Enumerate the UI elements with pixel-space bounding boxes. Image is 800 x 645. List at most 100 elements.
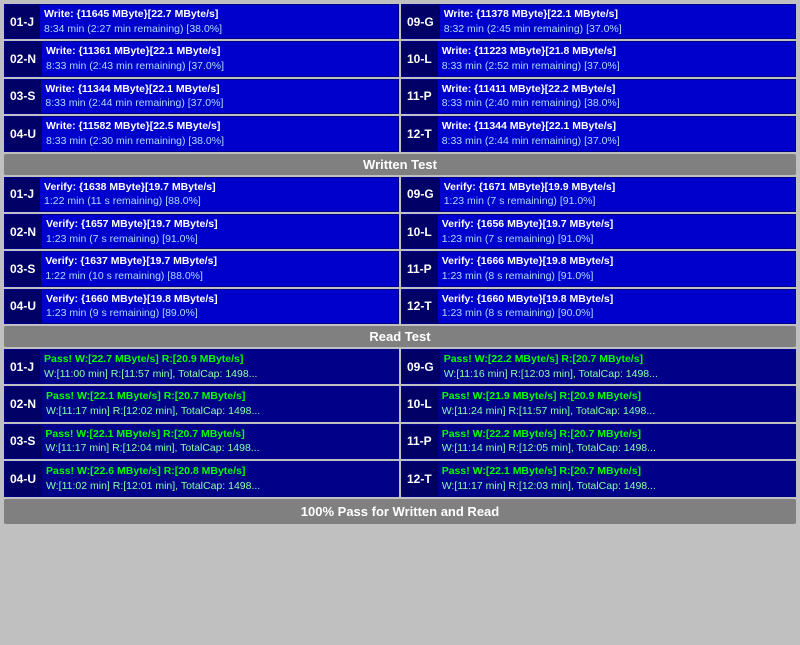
drive-10l-verify-line2: 1:23 min (7 s remaining) [91.0%] [442,232,791,247]
drive-10l-line1: Write: {11223 MByte}[21.8 MByte/s] [442,44,791,59]
drive-12t-read-line2: W:[11:17 min] R:[12:03 min], TotalCap: 1… [442,479,791,494]
drive-09g-line2: 8:32 min (2:45 min remaining) [37.0%] [444,22,791,37]
verify-right-col-1: 09-G Verify: {1671 MByte}[19.9 MByte/s] … [401,177,796,212]
drive-10l-label: 10-L [402,42,438,75]
drive-12t-read: 12-T Pass! W:[22.1 MByte/s] R:[20.7 MByt… [401,461,796,496]
drive-02n-verify-line1: Verify: {1657 MByte}[19.7 MByte/s] [46,217,394,232]
drive-11p-write: 11-P Write: {11411 MByte}[22.2 MByte/s] … [401,79,796,114]
read-right-col-3: 11-P Pass! W:[22.2 MByte/s] R:[20.7 MByt… [401,424,796,459]
read-right-col-1: 09-G Pass! W:[22.2 MByte/s] R:[20.7 MByt… [401,349,796,384]
drive-12t-write: 12-T Write: {11344 MByte}[22.1 MByte/s] … [401,116,796,151]
drive-03s-write: 03-S Write: {11344 MByte}[22.1 MByte/s] … [4,79,399,114]
write-right-col-3: 11-P Write: {11411 MByte}[22.2 MByte/s] … [401,79,796,114]
drive-09g-verify-label: 09-G [402,178,440,211]
drive-02n-read-line2: W:[11:17 min] R:[12:02 min], TotalCap: 1… [46,404,394,419]
drive-09g-verify-line2: 1:23 min (7 s remaining) [91.0%] [444,194,791,209]
drive-01j-verify-label: 01-J [5,178,40,211]
drive-03s-read-label: 03-S [5,425,41,458]
write-grid: 01-J Write: {11645 MByte}[22.7 MByte/s] … [4,4,796,152]
drive-09g-read: 09-G Pass! W:[22.2 MByte/s] R:[20.7 MByt… [401,349,796,384]
drive-09g-label: 09-G [402,5,440,38]
drive-04u-verify: 04-U Verify: {1660 MByte}[19.8 MByte/s] … [4,289,399,324]
footer-status: 100% Pass for Written and Read [4,499,796,524]
drive-01j-info: Write: {11645 MByte}[22.7 MByte/s] 8:34 … [40,5,398,38]
drive-01j-line1: Write: {11645 MByte}[22.7 MByte/s] [44,7,394,22]
drive-11p-read-line2: W:[11:14 min] R:[12:05 min], TotalCap: 1… [442,441,791,456]
drive-02n-line1: Write: {11361 MByte}[22.1 MByte/s] [46,44,394,59]
write-right-col: 09-G Write: {11378 MByte}[22.1 MByte/s] … [401,4,796,39]
drive-04u-verify-line2: 1:23 min (9 s remaining) [89.0%] [46,306,394,321]
drive-02n-read: 02-N Pass! W:[22.1 MByte/s] R:[20.7 MByt… [4,386,399,421]
drive-04u-read-line1: Pass! W:[22.6 MByte/s] R:[20.8 MByte/s] [46,464,394,479]
drive-04u-write: 04-U Write: {11582 MByte}[22.5 MByte/s] … [4,116,399,151]
drive-12t-label: 12-T [402,117,438,150]
write-left-col-3: 03-S Write: {11344 MByte}[22.1 MByte/s] … [4,79,399,114]
drive-10l-verify-line1: Verify: {1656 MByte}[19.7 MByte/s] [442,217,791,232]
drive-10l-read-info: Pass! W:[21.9 MByte/s] R:[20.9 MByte/s] … [438,387,795,420]
drive-09g-read-line1: Pass! W:[22.2 MByte/s] R:[20.7 MByte/s] [444,352,791,367]
write-left-col-4: 04-U Write: {11582 MByte}[22.5 MByte/s] … [4,116,399,151]
drive-01j-read-line2: W:[11:00 min] R:[11:57 min], TotalCap: 1… [44,367,394,382]
drive-03s-verify-line2: 1:22 min (10 s remaining) [88.0%] [45,269,394,284]
drive-09g-verify-line1: Verify: {1671 MByte}[19.9 MByte/s] [444,180,791,195]
write-left-col: 01-J Write: {11645 MByte}[22.7 MByte/s] … [4,4,399,39]
written-test-header: Written Test [4,154,796,175]
drive-11p-verify-label: 11-P [402,252,438,285]
read-left-col-1: 01-J Pass! W:[22.7 MByte/s] R:[20.9 MByt… [4,349,399,384]
verify-left-col-2: 02-N Verify: {1657 MByte}[19.7 MByte/s] … [4,214,399,249]
drive-02n-read-label: 02-N [5,387,42,420]
drive-11p-verify: 11-P Verify: {1666 MByte}[19.8 MByte/s] … [401,251,796,286]
write-right-col-2: 10-L Write: {11223 MByte}[21.8 MByte/s] … [401,41,796,76]
drive-09g-verify: 09-G Verify: {1671 MByte}[19.9 MByte/s] … [401,177,796,212]
drive-12t-verify: 12-T Verify: {1660 MByte}[19.8 MByte/s] … [401,289,796,324]
read-left-col-4: 04-U Pass! W:[22.6 MByte/s] R:[20.8 MByt… [4,461,399,496]
drive-04u-line2: 8:33 min (2:30 min remaining) [38.0%] [46,134,394,149]
drive-03s-label: 03-S [5,80,41,113]
verify-left-col-1: 01-J Verify: {1638 MByte}[19.7 MByte/s] … [4,177,399,212]
drive-04u-read-label: 04-U [5,462,42,495]
read-right-col-2: 10-L Pass! W:[21.9 MByte/s] R:[20.9 MByt… [401,386,796,421]
verify-left-col-4: 04-U Verify: {1660 MByte}[19.8 MByte/s] … [4,289,399,324]
drive-03s-read-line2: W:[11:17 min] R:[12:04 min], TotalCap: 1… [45,441,394,456]
write-right-col-4: 12-T Write: {11344 MByte}[22.1 MByte/s] … [401,116,796,151]
drive-11p-verify-line1: Verify: {1666 MByte}[19.8 MByte/s] [442,254,791,269]
drive-04u-verify-label: 04-U [5,290,42,323]
drive-01j-verify-line1: Verify: {1638 MByte}[19.7 MByte/s] [44,180,394,195]
drive-10l-read-line2: W:[11:24 min] R:[11:57 min], TotalCap: 1… [442,404,791,419]
drive-10l-read-label: 10-L [402,387,438,420]
drive-12t-read-line1: Pass! W:[22.1 MByte/s] R:[20.7 MByte/s] [442,464,791,479]
drive-02n-write: 02-N Write: {11361 MByte}[22.1 MByte/s] … [4,41,399,76]
drive-04u-info: Write: {11582 MByte}[22.5 MByte/s] 8:33 … [42,117,398,150]
drive-09g-read-label: 09-G [402,350,440,383]
drive-01j-write: 01-J Write: {11645 MByte}[22.7 MByte/s] … [4,4,399,39]
verify-section: 01-J Verify: {1638 MByte}[19.7 MByte/s] … [4,177,796,325]
drive-01j-line2: 8:34 min (2:27 min remaining) [38.0%] [44,22,394,37]
drive-09g-verify-info: Verify: {1671 MByte}[19.9 MByte/s] 1:23 … [440,178,795,211]
drive-11p-read: 11-P Pass! W:[22.2 MByte/s] R:[20.7 MByt… [401,424,796,459]
drive-12t-verify-line2: 1:23 min (8 s remaining) [90.0%] [442,306,791,321]
drive-11p-read-label: 11-P [402,425,438,458]
read-section: 01-J Pass! W:[22.7 MByte/s] R:[20.9 MByt… [4,349,796,497]
read-left-col-3: 03-S Pass! W:[22.1 MByte/s] R:[20.7 MByt… [4,424,399,459]
drive-02n-verify-info: Verify: {1657 MByte}[19.7 MByte/s] 1:23 … [42,215,398,248]
drive-04u-read: 04-U Pass! W:[22.6 MByte/s] R:[20.8 MByt… [4,461,399,496]
drive-11p-info: Write: {11411 MByte}[22.2 MByte/s] 8:33 … [438,80,795,113]
drive-11p-verify-info: Verify: {1666 MByte}[19.8 MByte/s] 1:23 … [438,252,795,285]
drive-10l-verify: 10-L Verify: {1656 MByte}[19.7 MByte/s] … [401,214,796,249]
drive-12t-verify-line1: Verify: {1660 MByte}[19.8 MByte/s] [442,292,791,307]
drive-12t-read-label: 12-T [402,462,438,495]
drive-11p-read-info: Pass! W:[22.2 MByte/s] R:[20.7 MByte/s] … [438,425,795,458]
read-grid: 01-J Pass! W:[22.7 MByte/s] R:[20.9 MByt… [4,349,796,497]
write-section: 01-J Write: {11645 MByte}[22.7 MByte/s] … [4,4,796,152]
drive-03s-read-info: Pass! W:[22.1 MByte/s] R:[20.7 MByte/s] … [41,425,398,458]
drive-03s-verify-label: 03-S [5,252,41,285]
drive-01j-label: 01-J [5,5,40,38]
drive-12t-line1: Write: {11344 MByte}[22.1 MByte/s] [442,119,791,134]
drive-10l-read-line1: Pass! W:[21.9 MByte/s] R:[20.9 MByte/s] [442,389,791,404]
drive-02n-read-line1: Pass! W:[22.1 MByte/s] R:[20.7 MByte/s] [46,389,394,404]
drive-02n-read-info: Pass! W:[22.1 MByte/s] R:[20.7 MByte/s] … [42,387,398,420]
drive-09g-info: Write: {11378 MByte}[22.1 MByte/s] 8:32 … [440,5,795,38]
drive-10l-verify-info: Verify: {1656 MByte}[19.7 MByte/s] 1:23 … [438,215,795,248]
drive-12t-info: Write: {11344 MByte}[22.1 MByte/s] 8:33 … [438,117,795,150]
drive-03s-read-line1: Pass! W:[22.1 MByte/s] R:[20.7 MByte/s] [45,427,394,442]
